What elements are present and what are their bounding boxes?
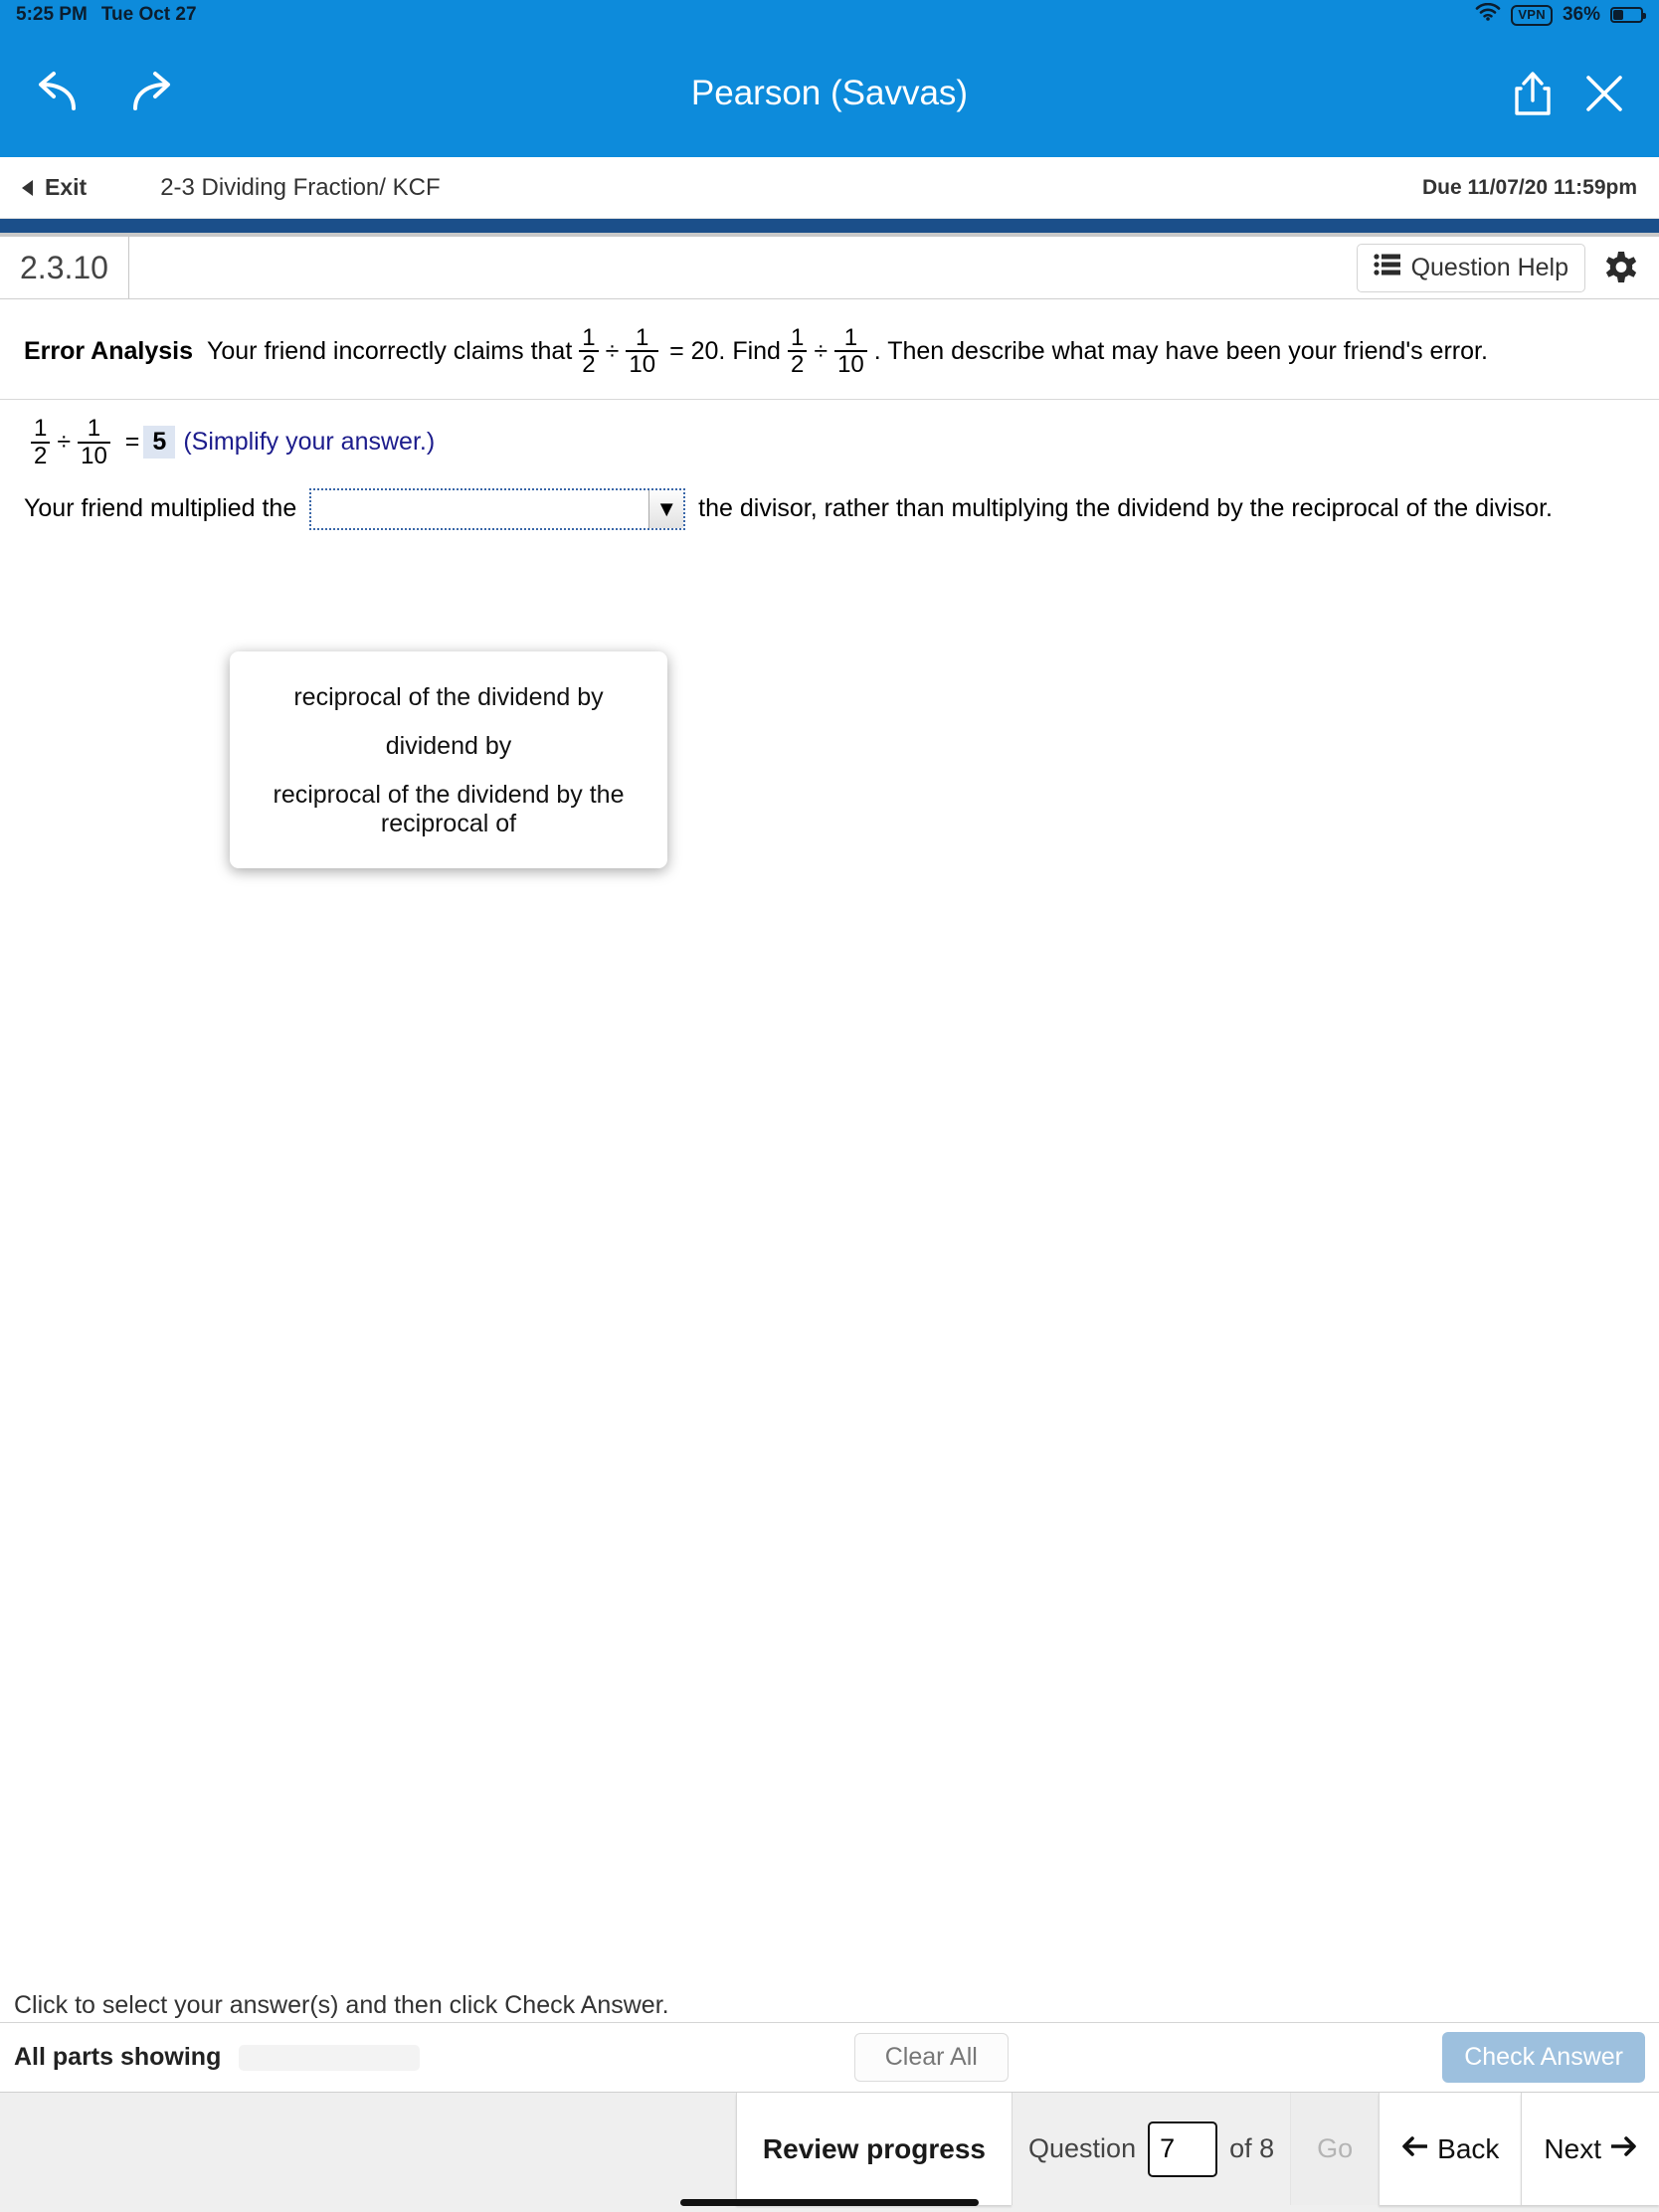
list-icon: [1373, 253, 1401, 283]
home-indicator: [680, 2199, 979, 2206]
question-help-button[interactable]: Question Help: [1356, 243, 1585, 292]
status-bar-right: VPN 36%: [1475, 2, 1646, 27]
fraction-one-half-b: 1 2: [787, 325, 808, 377]
answer-equation-line: 1 2 ÷ 1 10 = 5 (Simplify your answer.): [0, 400, 1659, 475]
status-bar-time: 5:25 PM: [16, 4, 88, 25]
answer-fraction-one-tenth: 1 10: [78, 416, 110, 468]
nav-bar-right-group: [1510, 69, 1629, 118]
go-button[interactable]: Go: [1290, 2093, 1380, 2205]
answer-fraction-one-half: 1 2: [31, 416, 51, 468]
instruction-text: Click to select your answer(s) and then …: [14, 1991, 669, 2019]
sentence-text-after: the divisor, rather than multiplying the…: [698, 493, 1553, 522]
question-label: Question: [1028, 2133, 1137, 2163]
back-arrow-icon[interactable]: [30, 67, 84, 120]
question-toolbar: 2.3.10 Question Help: [0, 237, 1659, 299]
forward-arrow-icon[interactable]: [125, 67, 179, 120]
dropdown-option[interactable]: dividend by: [230, 722, 667, 771]
bottom-navigation-bar: Review progress Question of 8 Go Back Ne…: [0, 2092, 1659, 2212]
parts-progress-row: All parts showing Clear All Check Answer: [0, 2022, 1659, 2092]
all-parts-showing-label: All parts showing: [14, 2043, 222, 2071]
dropdown-option[interactable]: reciprocal of the dividend by the recipr…: [230, 771, 667, 848]
back-button[interactable]: Back: [1379, 2093, 1522, 2205]
share-icon[interactable]: [1510, 69, 1556, 118]
dropdown-option[interactable]: reciprocal of the dividend by: [230, 673, 667, 722]
back-button-label: Back: [1437, 2132, 1500, 2164]
due-date-label: Due 11/07/20 11:59pm: [1422, 175, 1637, 199]
check-answer-button[interactable]: Check Answer: [1442, 2032, 1645, 2083]
dropdown-options-popup: reciprocal of the dividend by dividend b…: [230, 651, 667, 868]
problem-text-2: = 20. Find: [669, 337, 781, 366]
wifi-icon: [1475, 2, 1501, 27]
exit-button[interactable]: Exit: [22, 174, 87, 201]
division-sign-b: ÷: [814, 337, 829, 366]
close-icon[interactable]: [1579, 69, 1629, 118]
battery-icon: [1610, 7, 1646, 23]
chevron-left-icon: [22, 179, 33, 196]
division-sign-a: ÷: [605, 337, 620, 366]
problem-statement: Error Analysis Your friend incorrectly c…: [0, 299, 1659, 401]
browser-nav-bar: Pearson (Savvas): [0, 30, 1659, 157]
vpn-badge: VPN: [1511, 4, 1553, 26]
problem-text-3: . Then describe what may have been your …: [873, 337, 1488, 366]
fraction-one-tenth-b: 1 10: [834, 325, 867, 377]
simplify-note: (Simplify your answer.): [183, 428, 436, 457]
clear-all-button[interactable]: Clear All: [853, 2033, 1009, 2082]
answer-sentence: Your friend multiplied the ▼ the divisor…: [0, 476, 1659, 534]
question-id: 2.3.10: [0, 237, 129, 298]
next-button-label: Next: [1544, 2132, 1601, 2164]
arrow-right-icon: [1610, 2133, 1637, 2165]
parts-progress-bar: [239, 2044, 421, 2071]
answer-dropdown-value: [311, 490, 648, 528]
question-number-input[interactable]: [1148, 2120, 1218, 2177]
problem-text-1: Your friend incorrectly claims that: [206, 337, 573, 366]
answer-division-sign: ÷: [57, 428, 72, 457]
ios-status-bar: 5:25 PM Tue Oct 27 VPN 36%: [0, 0, 1659, 30]
review-progress-button[interactable]: Review progress: [735, 2093, 1013, 2205]
next-button[interactable]: Next: [1521, 2093, 1659, 2205]
exit-button-label: Exit: [45, 174, 88, 200]
section-divider-blue: [0, 219, 1659, 233]
sentence-text-before: Your friend multiplied the: [24, 493, 297, 522]
status-bar-date: Tue Oct 27: [100, 4, 197, 25]
question-total-label: of 8: [1229, 2133, 1275, 2163]
answer-equals-sign: =: [124, 428, 140, 457]
question-number-group: Question of 8: [1012, 2093, 1291, 2205]
nav-bar-left-group: [30, 67, 179, 120]
problem-label: Error Analysis: [24, 337, 193, 366]
answer-dropdown-select[interactable]: ▼: [309, 488, 686, 531]
arrow-left-icon: [1401, 2133, 1428, 2165]
chevron-down-icon[interactable]: ▼: [648, 490, 684, 529]
answer-input-value[interactable]: 5: [143, 426, 176, 460]
gear-icon[interactable]: [1601, 248, 1641, 287]
status-bar-left: 5:25 PM Tue Oct 27: [16, 4, 197, 26]
page-title: Pearson (Savvas): [690, 74, 969, 112]
assignment-title: 2-3 Dividing Fraction/ KCF: [160, 173, 441, 201]
fraction-one-tenth-a: 1 10: [626, 325, 659, 377]
question-help-label: Question Help: [1410, 253, 1568, 281]
fraction-one-half-a: 1 2: [579, 325, 599, 377]
assignment-header: Exit 2-3 Dividing Fraction/ KCF Due 11/0…: [0, 157, 1659, 219]
battery-percent-label: 36%: [1562, 4, 1600, 25]
